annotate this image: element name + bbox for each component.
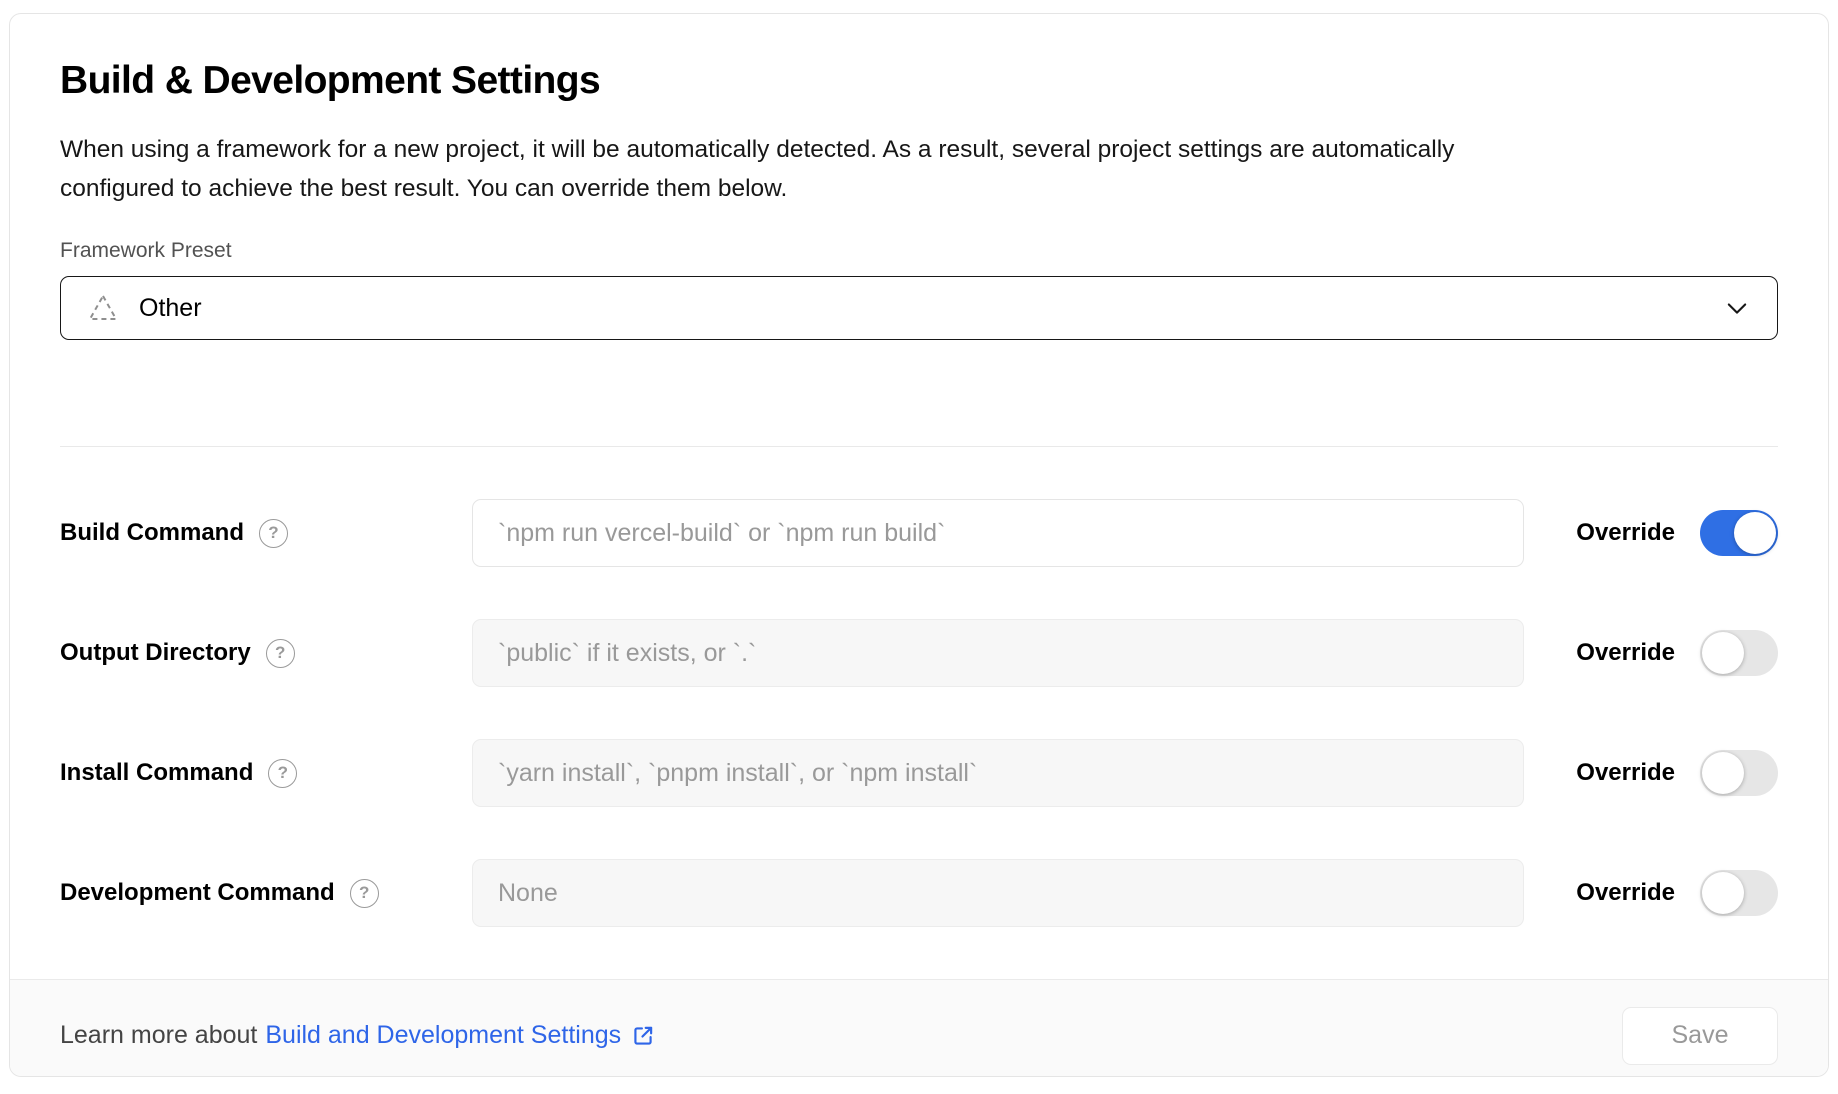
development-command-label-group: Development Command <box>60 879 472 908</box>
settings-rows: Build Command Override Output Directory … <box>60 499 1778 927</box>
section-divider <box>60 446 1778 447</box>
install-command-label-group: Install Command <box>60 759 472 788</box>
card-body: Build & Development Settings When using … <box>10 14 1828 979</box>
learn-more-prefix: Learn more about <box>60 1021 257 1050</box>
card-description: When using a framework for a new project… <box>60 130 1570 208</box>
build-command-input[interactable] <box>472 499 1524 567</box>
output-directory-row: Output Directory Override <box>60 619 1778 687</box>
help-circle-icon[interactable] <box>266 639 295 668</box>
framework-preset-select[interactable]: Other <box>60 276 1778 340</box>
output-directory-input[interactable] <box>472 619 1524 687</box>
development-command-label: Development Command <box>60 879 335 907</box>
output-directory-override-group: Override <box>1576 630 1778 676</box>
toggle-knob <box>1734 512 1776 554</box>
development-command-override-toggle[interactable] <box>1700 870 1778 916</box>
build-command-row: Build Command Override <box>60 499 1778 567</box>
install-command-override-group: Override <box>1576 750 1778 796</box>
development-command-row: Development Command Override <box>60 859 1778 927</box>
build-settings-card: Build & Development Settings When using … <box>9 13 1829 1077</box>
output-directory-label: Output Directory <box>60 639 251 667</box>
help-circle-icon[interactable] <box>268 759 297 788</box>
output-directory-override-toggle[interactable] <box>1700 630 1778 676</box>
framework-preset-label: Framework Preset <box>60 238 1778 263</box>
chevron-down-icon <box>1723 294 1751 322</box>
page-title: Build & Development Settings <box>60 58 1778 104</box>
build-command-label-group: Build Command <box>60 519 472 548</box>
save-button[interactable]: Save <box>1622 1007 1778 1065</box>
override-label: Override <box>1576 519 1675 547</box>
install-command-label: Install Command <box>60 759 253 787</box>
external-link-icon <box>630 1023 656 1049</box>
build-command-override-toggle[interactable] <box>1700 510 1778 556</box>
install-command-override-toggle[interactable] <box>1700 750 1778 796</box>
output-directory-label-group: Output Directory <box>60 639 472 668</box>
development-command-input[interactable] <box>472 859 1524 927</box>
framework-preset-value: Other <box>139 294 202 323</box>
toggle-knob <box>1702 632 1744 674</box>
card-footer: Learn more about Build and Development S… <box>10 979 1828 1077</box>
dashed-triangle-icon <box>87 293 119 323</box>
learn-more-text: Learn more about Build and Development S… <box>60 1021 656 1050</box>
build-command-override-group: Override <box>1576 510 1778 556</box>
toggle-knob <box>1702 752 1744 794</box>
override-label: Override <box>1576 759 1675 787</box>
toggle-knob <box>1702 872 1744 914</box>
development-command-override-group: Override <box>1576 870 1778 916</box>
override-label: Override <box>1576 879 1675 907</box>
help-circle-icon[interactable] <box>259 519 288 548</box>
build-command-label: Build Command <box>60 519 244 547</box>
help-circle-icon[interactable] <box>350 879 379 908</box>
build-settings-doc-link[interactable]: Build and Development Settings <box>265 1021 656 1050</box>
install-command-input[interactable] <box>472 739 1524 807</box>
doc-link-label: Build and Development Settings <box>265 1021 621 1050</box>
install-command-row: Install Command Override <box>60 739 1778 807</box>
override-label: Override <box>1576 639 1675 667</box>
